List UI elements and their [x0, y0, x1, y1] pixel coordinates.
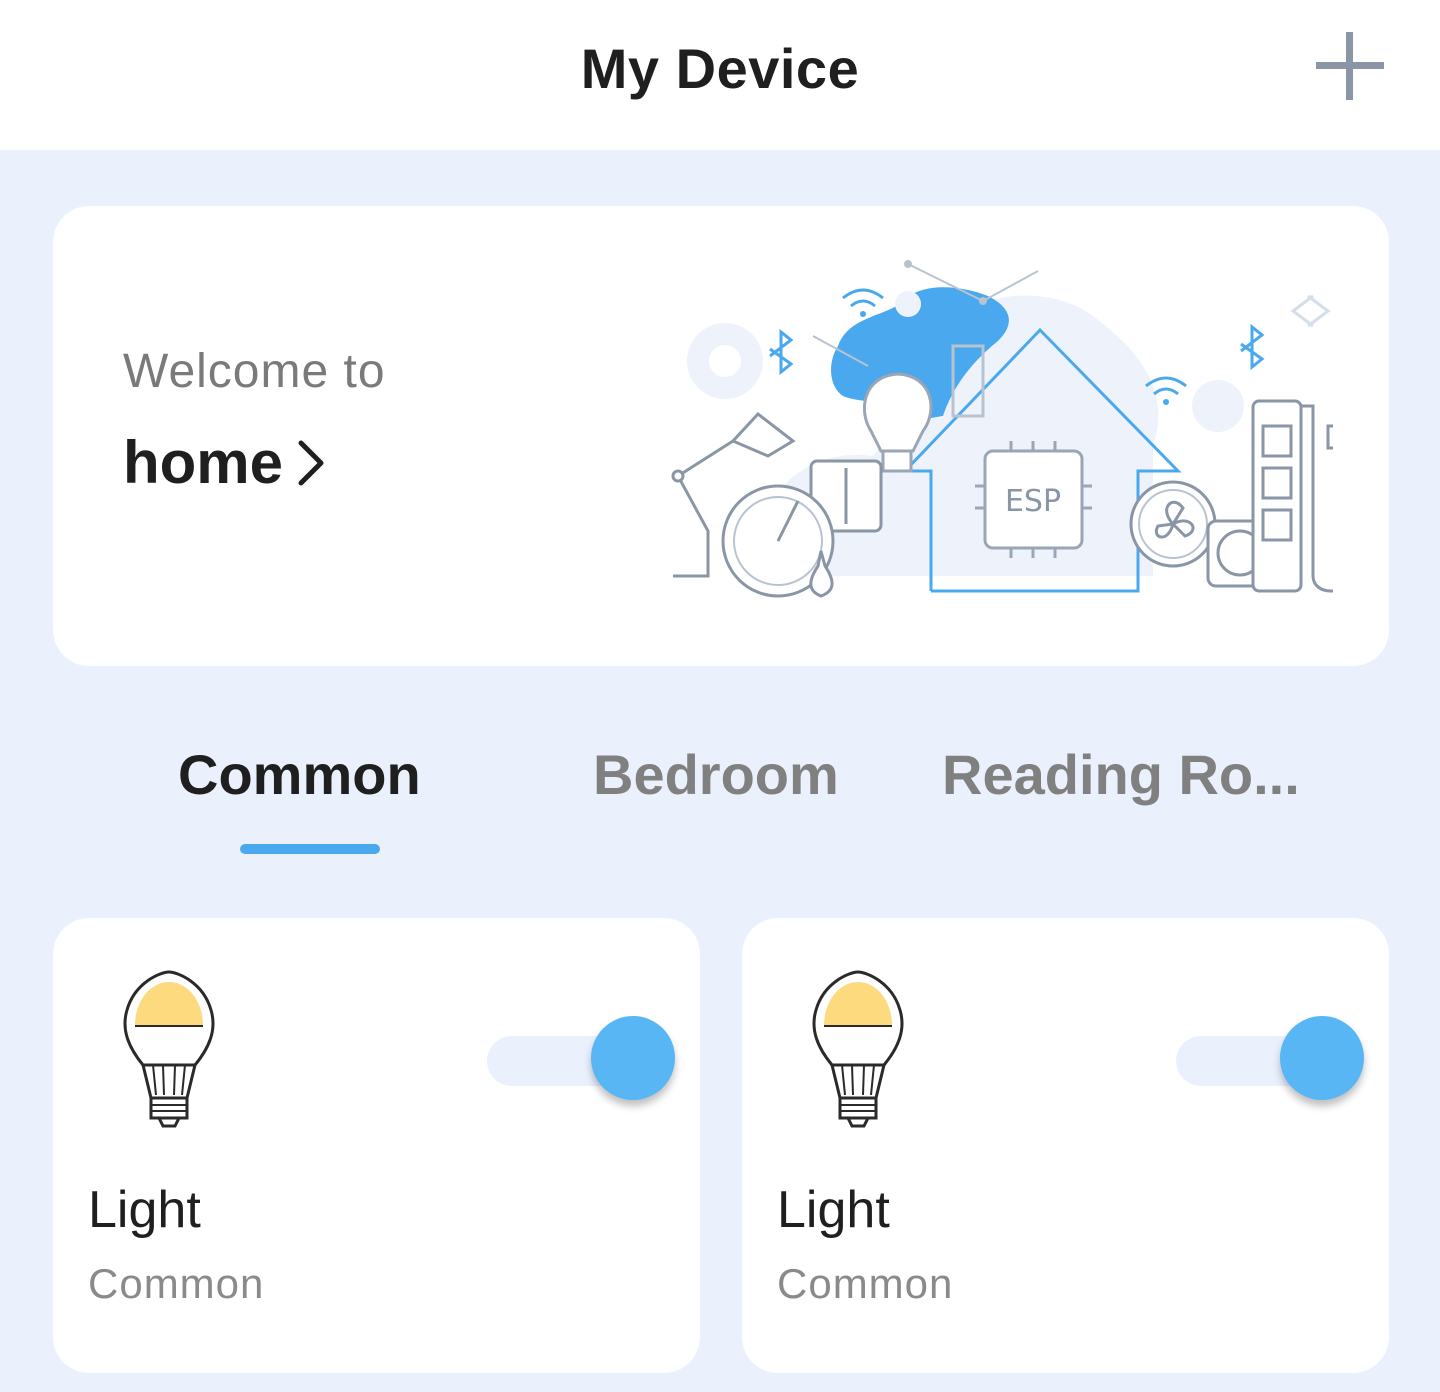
page-title: My Device [580, 37, 860, 100]
device-card[interactable]: Light Common [53, 918, 700, 1373]
home-selector[interactable]: home [123, 428, 329, 497]
room-tabs: Common Bedroom Reading Ro... [0, 720, 1440, 860]
device-room: Common [88, 1260, 265, 1307]
power-toggle[interactable] [487, 1016, 677, 1104]
light-bulb-icon [123, 970, 215, 1128]
home-banner: Welcome to home ESP [53, 206, 1389, 666]
light-bulb-icon [812, 970, 904, 1128]
device-card[interactable]: Light Common [742, 918, 1389, 1373]
home-name: home [123, 429, 284, 496]
tab-bedroom[interactable]: Bedroom [593, 742, 839, 807]
plus-icon [1316, 32, 1384, 100]
device-name: Light [777, 1181, 890, 1239]
welcome-text: Welcome to [123, 345, 386, 398]
toggle-knob [1280, 1016, 1364, 1100]
toggle-knob [591, 1016, 675, 1100]
tab-common[interactable]: Common [178, 742, 421, 807]
device-room: Common [777, 1260, 954, 1307]
top-bar: My Device [0, 0, 1440, 150]
power-toggle[interactable] [1176, 1016, 1366, 1104]
tab-reading-room[interactable]: Reading Ro... [942, 742, 1300, 807]
device-name: Light [88, 1181, 201, 1239]
add-device-button[interactable] [1310, 26, 1390, 106]
active-tab-indicator [240, 844, 380, 854]
chip-label: ESP [1005, 484, 1061, 519]
smart-home-illustration: ESP [671, 260, 1333, 598]
chevron-right-icon [298, 440, 324, 485]
